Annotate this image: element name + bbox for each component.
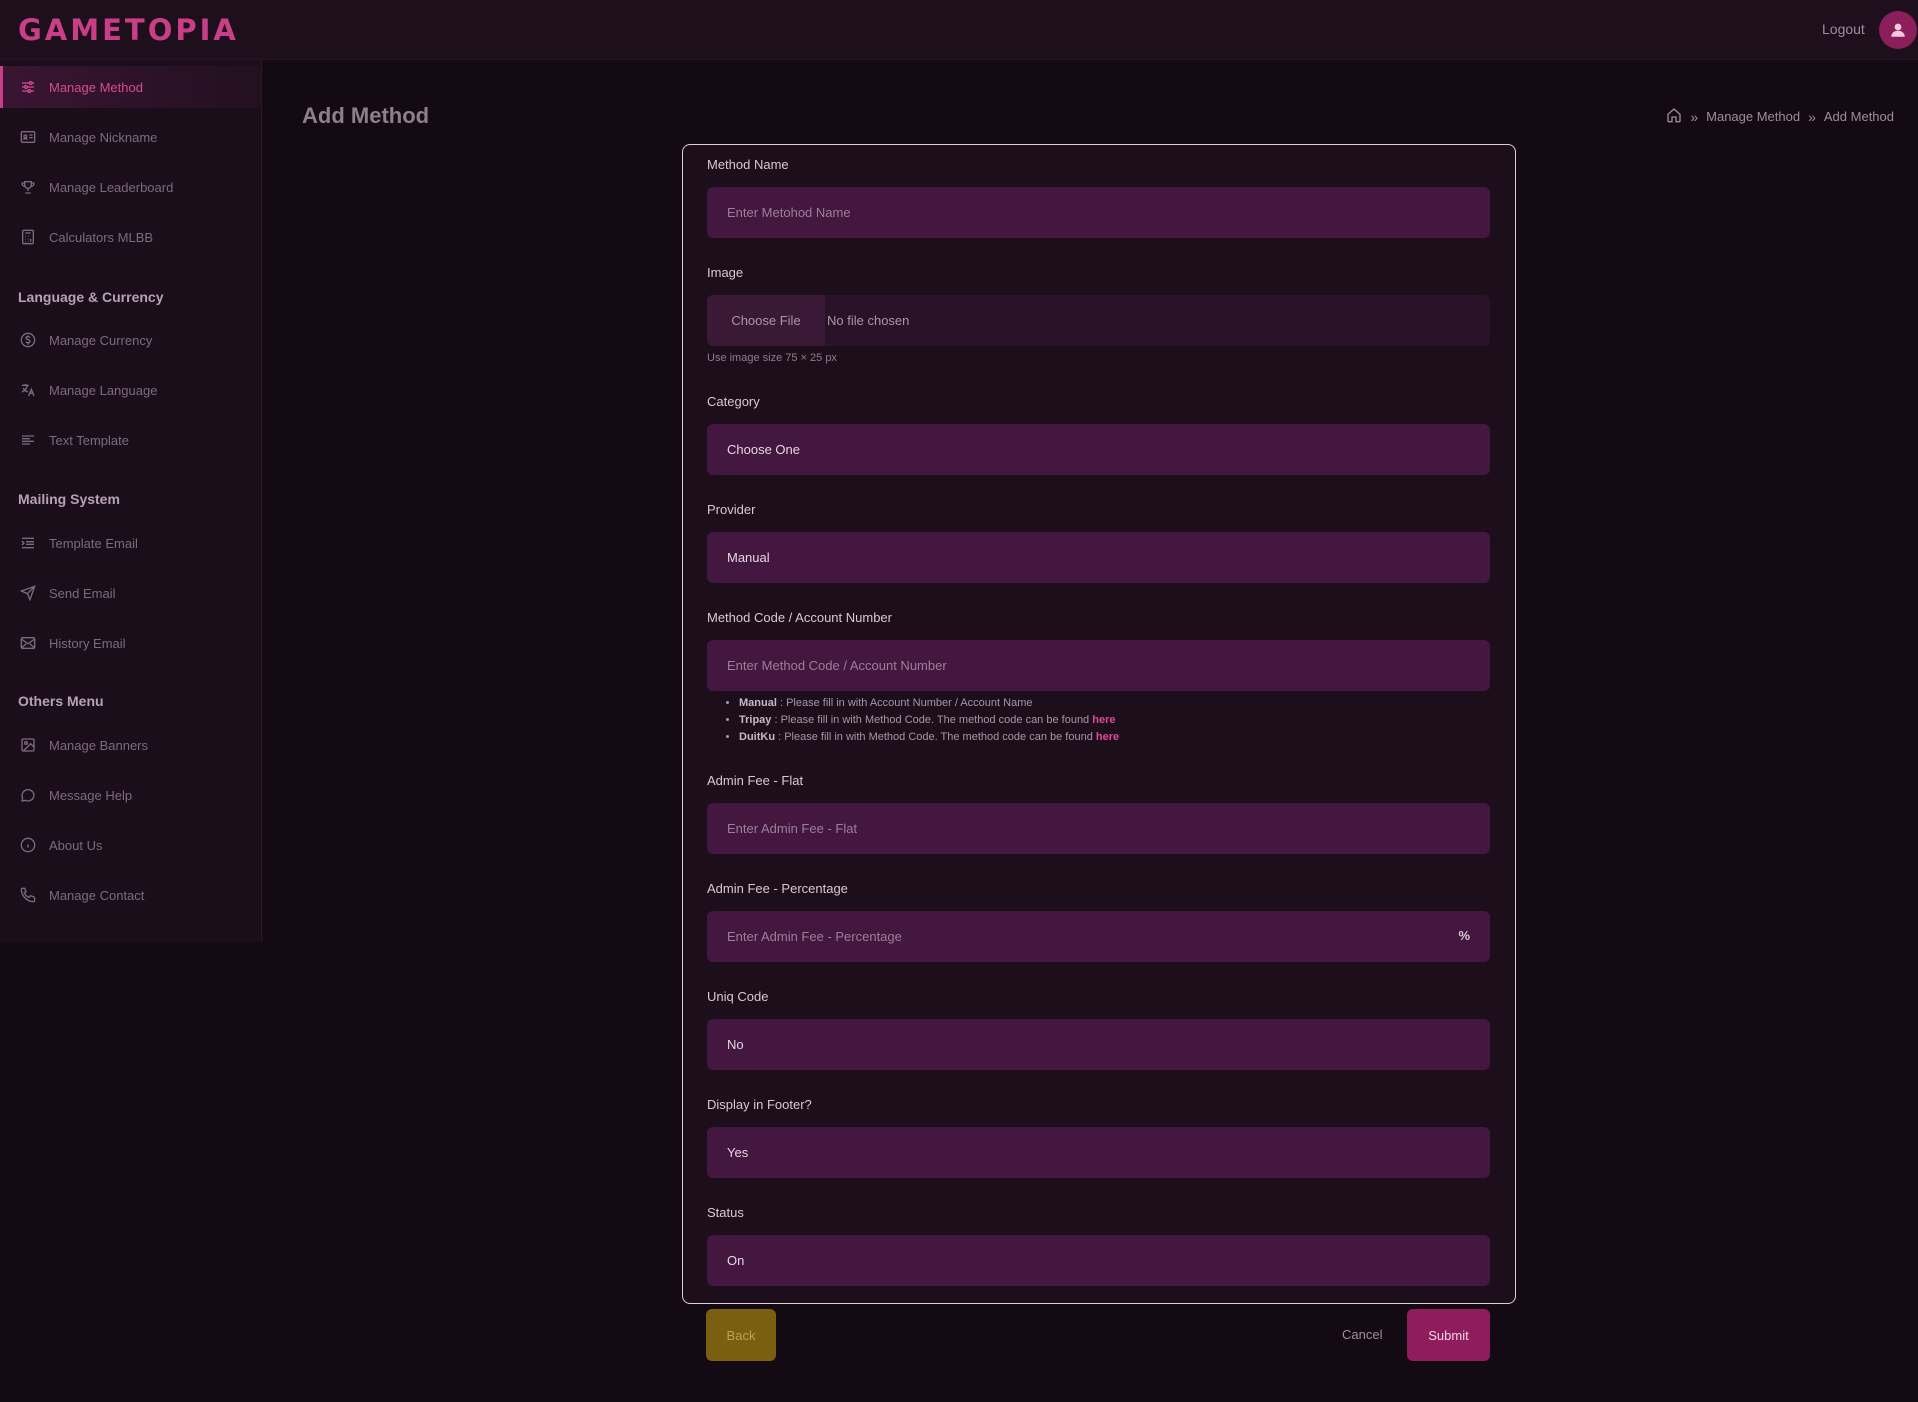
sidebar-item-template-email[interactable]: Template Email (0, 522, 261, 564)
admin-fee-percentage-label: Admin Fee - Percentage (707, 881, 848, 896)
sidebar-item-label: Calculators MLBB (49, 229, 154, 245)
sidebar: Manage Method Manage Nickname Manage Lea… (0, 60, 262, 942)
cancel-button[interactable]: Cancel (1342, 1327, 1382, 1342)
user-icon (1891, 23, 1905, 37)
sidebar-item-label: Manage Banners (49, 737, 149, 753)
provider-select[interactable]: Manual (707, 532, 1490, 583)
sidebar-item-label: About Us (49, 837, 103, 853)
admin-fee-percentage-placeholder: Enter Admin Fee - Percentage (727, 929, 902, 944)
note-item: Tripay : Please fill in with Method Code… (739, 712, 1479, 729)
sidebar-item-label: History Email (49, 635, 126, 651)
choose-file-button[interactable]: Choose File (707, 295, 825, 346)
admin-fee-percentage-input[interactable]: Enter Admin Fee - Percentage % (707, 911, 1490, 962)
trophy-icon (18, 177, 38, 197)
breadcrumb: » Manage Method » Add Method (1666, 107, 1894, 126)
method-form-card: Method Name Enter Metohod Name Image Cho… (682, 144, 1516, 1304)
envelope-icon (18, 633, 38, 653)
sidebar-item-history-email[interactable]: History Email (0, 622, 261, 664)
method-code-label: Method Code / Account Number (707, 610, 892, 625)
sidebar-item-calculators[interactable]: Calculators MLBB (0, 216, 261, 258)
category-select[interactable]: Choose One (707, 424, 1490, 475)
status-select[interactable]: On (707, 1235, 1490, 1286)
sidebar-item-label: Message Help (49, 787, 133, 803)
uniq-code-label: Uniq Code (707, 989, 769, 1004)
phone-icon (18, 885, 38, 905)
list-indent-icon (18, 533, 38, 553)
sidebar-item-label: Text Template (49, 432, 129, 448)
display-footer-select[interactable]: Yes (707, 1127, 1490, 1178)
sidebar-item-label: Manage Method (49, 79, 143, 95)
image-file-input[interactable]: Choose File No file chosen (707, 295, 1490, 346)
calculator-icon (18, 227, 38, 247)
sidebar-item-message-help[interactable]: Message Help (0, 774, 261, 816)
sidebar-item-label: Manage Language (49, 382, 158, 398)
submit-button[interactable]: Submit (1407, 1309, 1490, 1361)
sidebar-item-label: Manage Contact (49, 887, 145, 903)
sidebar-item-label: Send Email (49, 585, 116, 601)
admin-fee-flat-label: Admin Fee - Flat (707, 773, 804, 788)
image-label: Image (707, 265, 744, 280)
translate-icon (18, 380, 38, 400)
duitku-here-link[interactable]: here (1096, 731, 1119, 743)
file-status: No file chosen (827, 313, 910, 328)
sidebar-item-manage-banners[interactable]: Manage Banners (0, 724, 261, 766)
sidebar-item-label: Manage Currency (49, 332, 153, 348)
home-icon[interactable] (1666, 107, 1682, 126)
sidebar-item-manage-contact[interactable]: Manage Contact (0, 874, 261, 916)
method-code-input[interactable]: Enter Method Code / Account Number (707, 640, 1490, 691)
back-button[interactable]: Back (706, 1309, 776, 1361)
page-title: Add Method (302, 103, 430, 128)
tripay-here-link[interactable]: here (1092, 714, 1115, 726)
provider-label: Provider (707, 502, 756, 517)
sidebar-item-manage-leaderboard[interactable]: Manage Leaderboard (0, 166, 261, 208)
admin-fee-flat-input[interactable]: Enter Admin Fee - Flat (707, 803, 1490, 854)
align-left-icon (18, 430, 38, 450)
sidebar-item-manage-language[interactable]: Manage Language (0, 369, 261, 411)
sidebar-item-label: Manage Nickname (49, 129, 158, 145)
image-size-hint: Use image size 75 × 25 px (707, 352, 837, 364)
uniq-code-select[interactable]: No (707, 1019, 1490, 1070)
sidebar-section-title: Others Menu (18, 693, 104, 709)
chevron-double-right-icon: » (1808, 108, 1816, 125)
note-item: Manual : Please fill in with Account Num… (739, 695, 1479, 712)
avatar[interactable] (1879, 11, 1917, 49)
sidebar-section-title: Mailing System (18, 491, 120, 507)
status-label: Status (707, 1205, 744, 1220)
method-name-input[interactable]: Enter Metohod Name (707, 187, 1490, 238)
info-icon (18, 835, 38, 855)
id-card-icon (18, 127, 38, 147)
logout-link[interactable]: Logout (1822, 21, 1865, 37)
sidebar-item-manage-nickname[interactable]: Manage Nickname (0, 116, 261, 158)
image-icon (18, 735, 38, 755)
method-name-label: Method Name (707, 157, 789, 172)
note-item: DuitKu : Please fill in with Method Code… (739, 729, 1479, 746)
chevron-double-right-icon: » (1690, 108, 1699, 125)
sidebar-item-label: Manage Leaderboard (49, 179, 174, 195)
app-logo[interactable]: GAMETOPIA (18, 13, 239, 47)
top-bar: GAMETOPIA Logout (0, 0, 1918, 60)
sidebar-item-send-email[interactable]: Send Email (0, 572, 261, 614)
sidebar-item-manage-method[interactable]: Manage Method (0, 66, 261, 108)
chat-icon (18, 785, 38, 805)
percent-suffix: % (1458, 928, 1470, 943)
breadcrumb-current: Add Method (1823, 109, 1894, 124)
sidebar-item-text-template[interactable]: Text Template (0, 419, 261, 461)
sidebar-section-title: Language & Currency (18, 289, 164, 305)
sliders-icon (18, 77, 38, 97)
category-label: Category (707, 394, 760, 409)
display-footer-label: Display in Footer? (707, 1097, 812, 1112)
sidebar-item-manage-currency[interactable]: Manage Currency (0, 319, 261, 361)
sidebar-item-label: Template Email (49, 535, 138, 551)
dollar-circle-icon (18, 330, 38, 350)
breadcrumb-link[interactable]: Manage Method (1706, 109, 1800, 124)
sidebar-item-about-us[interactable]: About Us (0, 824, 261, 866)
provider-notes: Manual : Please fill in with Account Num… (739, 695, 1479, 746)
send-icon (18, 583, 38, 603)
